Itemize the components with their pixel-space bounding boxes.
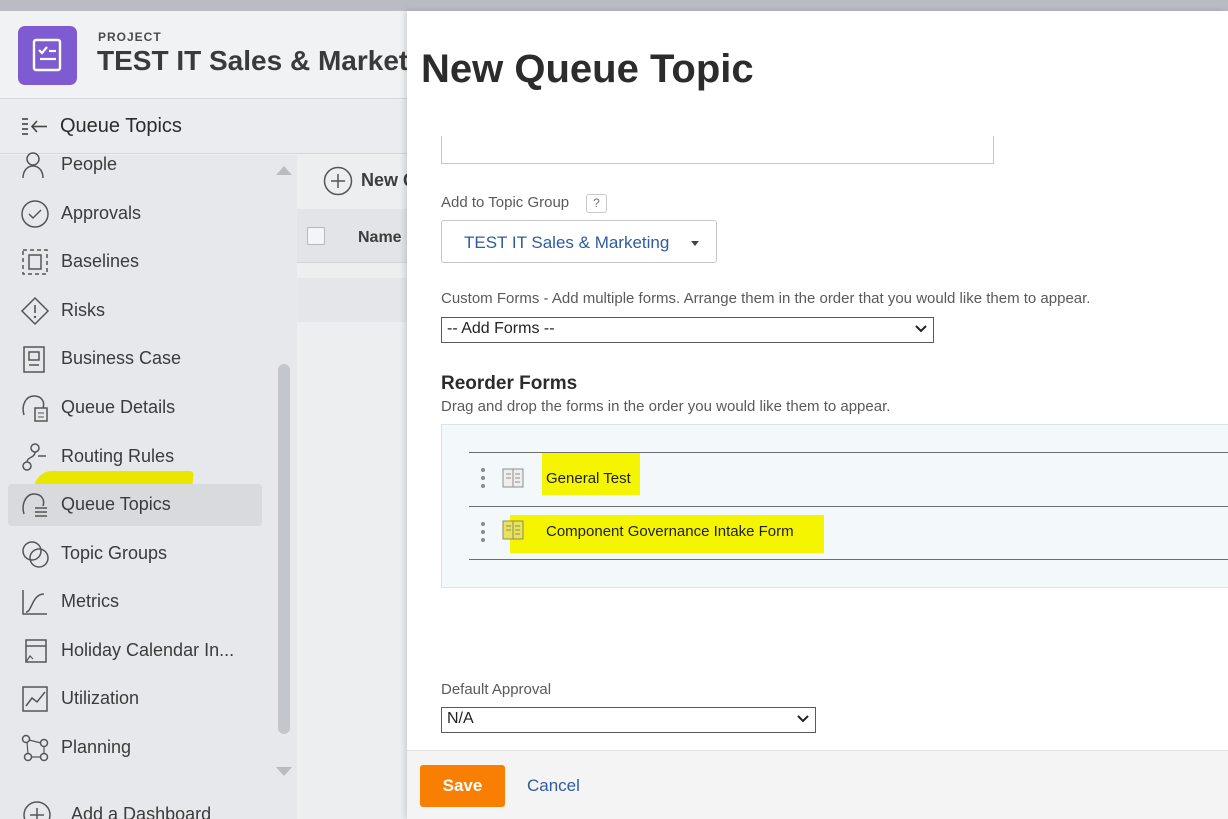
sidebar-item-business-case[interactable]: Business Case [8,338,262,380]
form-name: General Test [546,470,631,487]
chevron-down-icon [796,711,810,732]
sidebar-item-queue-topics[interactable]: Queue Topics [8,484,262,526]
sidebar-item-baselines[interactable]: Baselines [8,241,262,283]
topic-group-label: Add to Topic Group [441,194,570,211]
reorder-forms-description: Drag and drop the forms in the order you… [441,398,891,415]
section-title: Queue Topics [60,115,182,137]
risk-diamond-icon [20,296,50,326]
project-label: PROJECT [98,30,162,44]
chevron-down-icon [914,321,928,342]
sidebar-item-utilization[interactable]: Utilization [8,678,262,720]
reorder-forms-heading: Reorder Forms [441,373,578,394]
add-forms-value: -- Add Forms -- [447,320,555,337]
default-approval-value: N/A [447,710,474,727]
form-icon [502,468,524,493]
sidebar-item-metrics[interactable]: Metrics [8,581,262,623]
sidebar-item-label: Holiday Calendar In... [61,640,235,660]
topic-group-dropdown[interactable]: TEST IT Sales & Marketing [441,220,717,263]
sidebar-item-label: Risks [61,300,105,320]
sidebar-item-label: Metrics [61,591,119,611]
caret-down-icon [691,241,699,246]
dialog-title: New Queue Topic [421,47,754,91]
sidebar-scrollbar[interactable] [278,364,290,734]
holiday-calendar-icon [20,636,50,666]
sidebar-item-risks[interactable]: Risks [8,290,262,332]
queue-details-icon [20,393,50,423]
people-icon [20,150,50,180]
sidebar-item-holiday-calendar-in[interactable]: Holiday Calendar In... [8,630,262,672]
routing-rules-icon [20,442,50,472]
new-queue-topic-dialog: New Queue Topic Add to Topic Group ? TES… [407,11,1228,819]
sidebar-item-label: Routing Rules [61,446,175,466]
default-approval-select[interactable]: N/A [441,707,816,733]
collapse-menu-icon[interactable] [21,116,49,143]
checkmark-circle-icon [20,199,50,229]
project-header: PROJECT TEST IT Sales & Market [0,11,410,99]
sidebar-item-routing-rules[interactable]: Routing Rules [8,436,262,478]
project-title[interactable]: TEST IT Sales & Market [97,45,408,77]
custom-forms-label: Custom Forms - Add multiple forms. Arran… [441,290,1091,307]
sidebar-item-label: Business Case [61,348,182,368]
business-case-icon [20,344,50,374]
sidebar-item-label: Utilization [61,688,140,708]
dialog-footer: Save Cancel [407,750,1228,819]
topic-group-value: TEST IT Sales & Marketing [464,233,670,252]
reorder-forms-area: General Test Component Governance Intake… [441,424,1228,588]
sidebar-item-people[interactable]: People [8,144,262,186]
add-dashboard-label: Add a Dashboard [71,803,212,819]
sidebar-item-label: Approvals [61,203,142,223]
planning-icon [20,733,50,763]
queue-topics-icon [20,490,50,520]
form-list-item[interactable]: Component Governance Intake Form [469,506,1228,560]
select-all-checkbox[interactable] [307,227,325,245]
topic-groups-icon [20,539,50,569]
form-icon [502,520,524,545]
add-circle-icon[interactable] [323,166,353,201]
add-dashboard-link[interactable]: Add a Dashboard [22,800,211,819]
table-row[interactable] [297,278,417,322]
sidebar-item-label: Baselines [61,251,140,271]
sidebar-item-queue-details[interactable]: Queue Details [8,387,262,429]
drag-handle-icon[interactable] [481,522,487,546]
form-list-item[interactable]: General Test [469,452,1228,506]
sidebar-item-label: Planning [61,737,132,757]
default-approval-label: Default Approval [441,681,552,698]
cancel-button[interactable]: Cancel [527,776,580,796]
scroll-down-arrow[interactable] [276,767,292,776]
sidebar-item-label: Queue Details [61,397,176,417]
utilization-icon [20,684,50,714]
project-icon [18,26,77,85]
topic-name-input[interactable] [441,136,994,164]
sidebar-item-approvals[interactable]: Approvals [8,193,262,235]
add-circle-icon [23,801,51,819]
sidebar-item-label: People [61,154,118,174]
add-forms-select[interactable]: -- Add Forms -- [441,317,934,343]
baselines-icon [20,247,50,277]
top-strip [0,0,1228,11]
sidebar-item-topic-groups[interactable]: Topic Groups [8,533,262,575]
sidebar-item-label: Queue Topics [61,494,171,514]
save-button[interactable]: Save [420,765,505,807]
form-name: Component Governance Intake Form [546,523,794,540]
help-icon[interactable]: ? [586,194,607,213]
name-column-header[interactable]: Name [358,229,402,247]
sidebar-item-label: Topic Groups [61,543,168,563]
metrics-icon [20,587,50,617]
scroll-up-arrow[interactable] [276,166,292,175]
drag-handle-icon[interactable] [481,468,487,492]
sidebar-item-planning[interactable]: Planning [8,727,262,769]
